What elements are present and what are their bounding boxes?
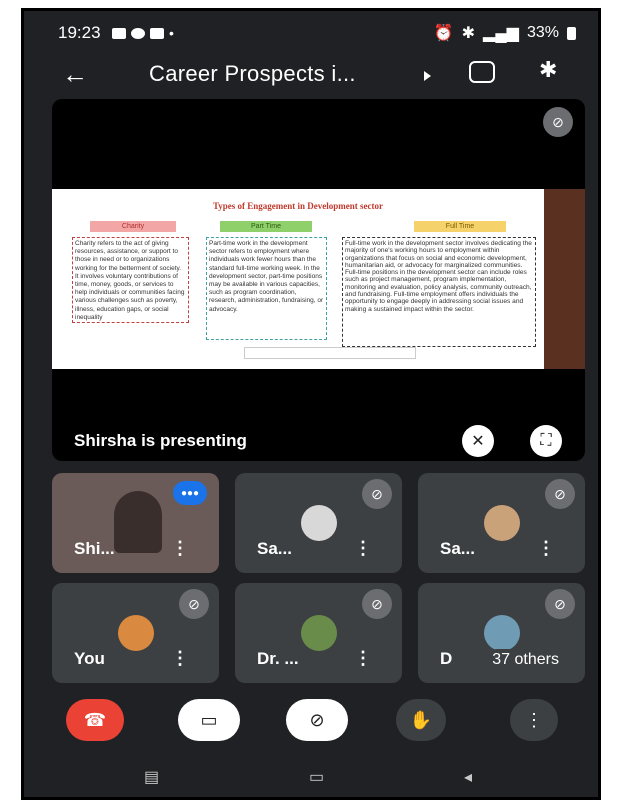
more-options-icon[interactable]: ⋮ [354, 538, 372, 559]
meet-app: 19:23 • ⏰ ✱ ▂▄▆ 33% ← Career Prospects i… [21, 8, 601, 800]
youtube-icon [150, 27, 164, 39]
mic-off-icon: ⊘ [543, 107, 573, 137]
mic-off-icon: ⊘ [179, 589, 209, 619]
slide-label-full-time: Full Time [414, 221, 506, 232]
back-arrow-icon[interactable]: ← [62, 59, 88, 90]
shared-slide: Types of Engagement in Development secto… [52, 189, 544, 369]
participant-video [114, 491, 162, 553]
avatar [483, 505, 520, 541]
participant-tile[interactable]: ⊘ D 37 others [418, 583, 585, 683]
more-options-icon[interactable]: ⋮ [171, 538, 189, 559]
camera-off-button[interactable]: ▭ [178, 699, 240, 741]
youtube-icon [112, 27, 126, 39]
mic-off-icon: ⊘ [545, 479, 575, 509]
status-bar: 19:23 • ⏰ ✱ ▂▄▆ 33% [24, 11, 598, 47]
participant-tile[interactable]: ⊘ Sa... ⋮ [418, 473, 585, 573]
fullscreen-icon[interactable]: ⛶ [530, 425, 562, 457]
participant-name: Sa... [257, 539, 292, 558]
more-options-icon[interactable]: ⋮ [171, 648, 189, 669]
slide-label-charity: Charity [90, 221, 176, 232]
participant-tile[interactable]: ⊘ Dr. ... ⋮ [235, 583, 402, 683]
alarm-icon: ⏰ [433, 25, 454, 42]
sharing-notice-bar [244, 347, 416, 359]
more-options-icon[interactable]: ⋮ [354, 648, 372, 669]
nav-menu-icon[interactable]: ▤ [144, 767, 159, 787]
participant-name: Dr. ... [257, 649, 299, 668]
nav-back-icon[interactable]: ◂ [464, 767, 472, 787]
presentation-stage: ⊘ Types of Engagement in Development sec… [52, 99, 585, 461]
participant-tile[interactable]: ⊘ You ⋮ [52, 583, 219, 683]
call-controls: ☎ ▭ ⊘ ✋ ⋮ [24, 699, 598, 749]
nav-bar: ▤ ▭ ◂ [24, 761, 598, 795]
whatsapp-icon [131, 27, 145, 39]
switch-camera-icon[interactable] [469, 61, 495, 83]
status-time: 19:23 [58, 23, 101, 42]
chevron-right-icon[interactable] [424, 71, 431, 81]
participant-name: Sa... [440, 539, 475, 558]
participant-tile[interactable]: ●●● Shi... ⋮ [52, 473, 219, 573]
battery-percent: 33% [526, 24, 559, 41]
avatar [300, 505, 337, 541]
slide-text-charity: Charity refers to the act of giving reso… [72, 237, 189, 323]
unpin-icon[interactable]: ✕ [462, 425, 494, 457]
participant-name: Shi... [74, 539, 115, 558]
slide-edge [544, 189, 585, 369]
more-options-icon[interactable]: ⋮ [537, 538, 555, 559]
bluetooth-audio-icon[interactable]: ✱ [539, 57, 557, 83]
end-call-button[interactable]: ☎ [66, 699, 124, 741]
avatar [117, 615, 154, 651]
meeting-title[interactable]: Career Prospects i... [149, 61, 356, 87]
signal-icon: ▂▄▆ [483, 25, 519, 42]
participant-tile[interactable]: ⊘ Sa... ⋮ [235, 473, 402, 573]
avatar [300, 615, 337, 651]
participant-name: You [74, 649, 105, 668]
mic-off-icon: ⊘ [362, 589, 392, 619]
others-count[interactable]: 37 others [486, 649, 565, 671]
raise-hand-button[interactable]: ✋ [396, 699, 446, 741]
nav-home-icon[interactable]: ▭ [309, 767, 324, 787]
dot-icon: • [169, 25, 174, 41]
participant-name: D [440, 649, 453, 668]
mic-off-icon: ⊘ [362, 479, 392, 509]
slide-heading: Types of Engagement in Development secto… [212, 201, 384, 211]
top-bar: ← Career Prospects i... ✱ [24, 51, 598, 99]
bluetooth-status-icon: ✱ [461, 25, 476, 42]
battery-icon [567, 26, 576, 40]
slide-text-part-time: Part-time work in the development sector… [206, 237, 327, 340]
avatar [483, 615, 520, 651]
mic-off-icon: ⊘ [545, 589, 575, 619]
more-options-button[interactable]: ⋮ [510, 699, 558, 741]
slide-label-part-time: Part Time [220, 221, 312, 232]
speaking-indicator-icon: ●●● [173, 481, 207, 505]
slide-text-full-time: Full-time work in the development sector… [342, 237, 536, 347]
presenting-label: Shirsha is presenting [74, 431, 247, 450]
mic-off-button[interactable]: ⊘ [286, 699, 348, 741]
